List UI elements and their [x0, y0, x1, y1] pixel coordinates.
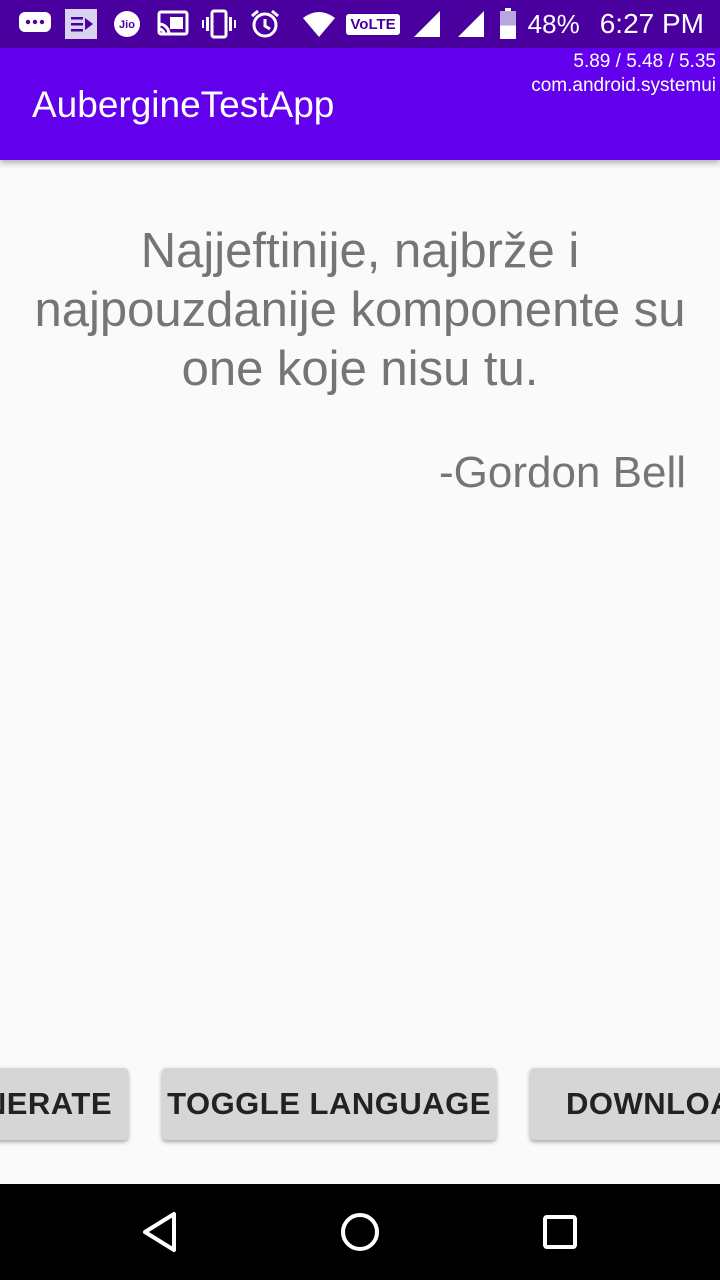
recents-icon[interactable] — [532, 1204, 588, 1260]
battery-icon — [498, 8, 518, 39]
battery-percent: 48% — [527, 8, 580, 39]
jio-icon: Jio — [110, 9, 144, 39]
download-button[interactable]: DOWNLOA — [530, 1068, 720, 1140]
volte-label: VoLTE — [350, 15, 396, 33]
status-system-icons: VoLTE 48% 6:27 PM — [302, 6, 704, 42]
home-icon[interactable] — [332, 1204, 388, 1260]
debug-overlay: 5.89 / 5.48 / 5.35 com.android.systemui — [531, 50, 716, 98]
navigation-bar — [0, 1184, 720, 1280]
signal-icon — [454, 9, 488, 39]
clock: 6:27 PM — [599, 8, 704, 39]
quote-text: Najjeftinije, najbrže i najpouzdanije ko… — [34, 224, 686, 396]
media-notification-icon — [64, 9, 98, 39]
status-notification-icons: Jio — [18, 8, 282, 40]
cast-icon — [156, 9, 190, 39]
chat-bubble-icon — [18, 9, 52, 39]
toggle-language-button[interactable]: TOGGLE LANGUAGE — [162, 1068, 496, 1140]
generate-button[interactable]: NERATE — [0, 1068, 128, 1140]
status-bar: Jio VoLTE 48% 6:27 PM — [0, 0, 720, 48]
alarm-icon — [248, 9, 282, 39]
load-average: 5.89 / 5.48 / 5.35 — [573, 51, 716, 72]
jio-label: Jio — [119, 19, 135, 31]
signal-icon — [410, 9, 444, 39]
quote-author: -Gordon Bell — [438, 448, 686, 497]
app-title: AubergineTestApp — [32, 84, 335, 125]
app-bar: AubergineTestApp 5.89 / 5.48 / 5.35 com.… — [0, 48, 720, 160]
volte-icon: VoLTE — [346, 13, 400, 35]
wifi-icon — [302, 9, 336, 39]
process-name: com.android.systemui — [531, 75, 716, 96]
vibrate-icon — [202, 9, 236, 39]
back-icon[interactable] — [132, 1204, 188, 1260]
